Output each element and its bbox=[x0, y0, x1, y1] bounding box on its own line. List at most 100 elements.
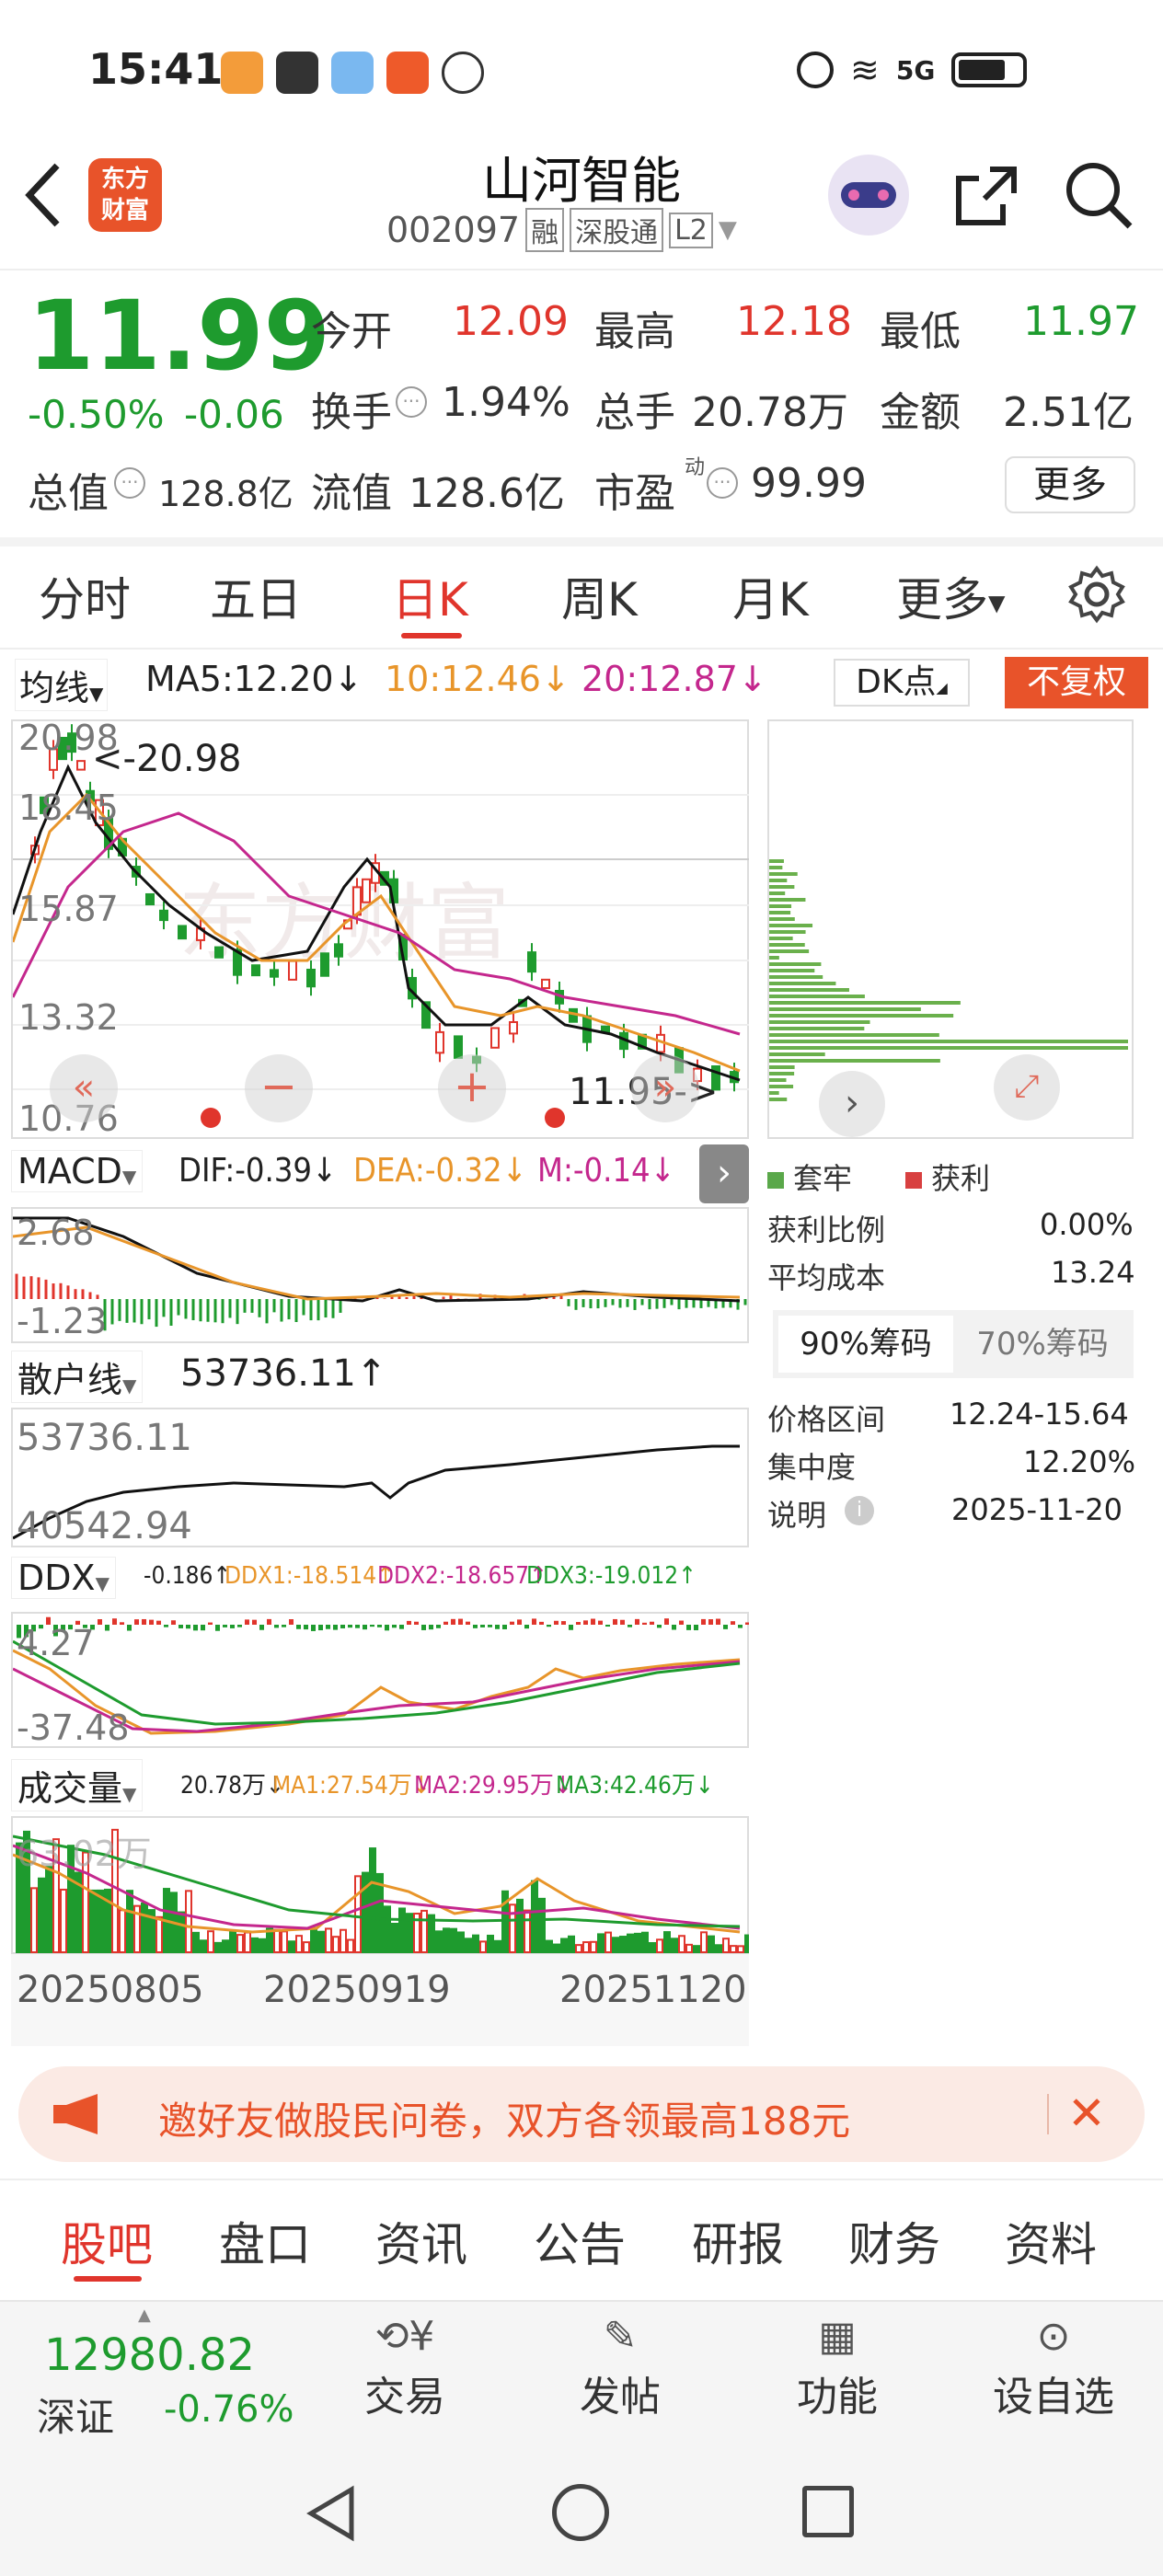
candle-body bbox=[306, 968, 316, 988]
index-box[interactable]: ▲ 12980.82 深证 -0.76% bbox=[0, 2302, 313, 2451]
share-icon[interactable] bbox=[953, 162, 1021, 232]
info-circle-icon[interactable]: i bbox=[845, 1496, 874, 1525]
sanhu-value: 53736.11↑ bbox=[180, 1352, 387, 1395]
more-button[interactable]: 更多 bbox=[1005, 456, 1135, 513]
tab-five-day[interactable]: 五日 bbox=[210, 563, 302, 629]
sanhu-chart[interactable]: 53736.11 40542.94 bbox=[11, 1408, 749, 1547]
volume-value: 20.78万 bbox=[692, 389, 848, 436]
ddx-bar bbox=[311, 1625, 316, 1631]
volume-bar bbox=[524, 1909, 531, 1954]
zoom-in-button[interactable]: + bbox=[438, 1054, 506, 1122]
tab-chip-70[interactable]: 70%筹码 bbox=[957, 1316, 1128, 1373]
volume-bar bbox=[590, 1940, 597, 1953]
nav-back-icon[interactable] bbox=[304, 2484, 359, 2547]
ddx-selector[interactable]: DDX▼ bbox=[11, 1557, 116, 1599]
volume-bar bbox=[649, 1942, 656, 1953]
search-icon[interactable] bbox=[1062, 158, 1135, 236]
tab-more[interactable]: 更多▼ bbox=[896, 563, 1005, 629]
ai-assistant-avatar[interactable] bbox=[828, 155, 909, 236]
ma20-value: 20:12.87↓ bbox=[582, 659, 767, 699]
ddx-bar bbox=[716, 1618, 720, 1625]
ddx-bar bbox=[605, 1625, 610, 1627]
volume-bar bbox=[715, 1944, 722, 1954]
candle-body bbox=[270, 969, 279, 978]
settings-gear-icon[interactable] bbox=[1067, 565, 1126, 627]
tab-announcements[interactable]: 公告 bbox=[534, 2208, 626, 2274]
macd-chart[interactable]: 2.68 -1.23 bbox=[11, 1207, 749, 1343]
tab-research[interactable]: 研报 bbox=[692, 2208, 784, 2274]
tab-daily-k[interactable]: 日K bbox=[392, 563, 468, 629]
ddx-bar bbox=[340, 1625, 345, 1628]
ddx-bar bbox=[407, 1620, 411, 1625]
tab-weekly-k[interactable]: 周K bbox=[561, 563, 638, 629]
dk-dot bbox=[201, 1108, 221, 1128]
dk-point-button[interactable]: DK点◢ bbox=[834, 659, 970, 707]
volume-bar bbox=[317, 1930, 325, 1954]
candle-body bbox=[362, 878, 371, 903]
tab-profile[interactable]: 资料 bbox=[1005, 2208, 1097, 2274]
weather-app-icon bbox=[331, 52, 374, 94]
ddx-bar bbox=[436, 1625, 441, 1628]
nav-recents-icon[interactable] bbox=[802, 2486, 854, 2537]
volume-ma2: MA2:29.95万↓ bbox=[414, 1772, 572, 1800]
volume-bar bbox=[89, 1889, 97, 1953]
tab-guba[interactable]: 股吧 bbox=[61, 2208, 153, 2274]
volume-selector[interactable]: 成交量▼ bbox=[11, 1759, 144, 1811]
chevron-down-icon[interactable]: ▼ bbox=[719, 216, 737, 244]
amount-label: 金额 bbox=[880, 389, 961, 436]
nav-home-icon[interactable] bbox=[552, 2484, 609, 2541]
ddx-bar bbox=[686, 1625, 691, 1630]
volume-bar bbox=[207, 1930, 214, 1953]
ddx-bar bbox=[473, 1625, 478, 1628]
volume-bar bbox=[200, 1939, 207, 1954]
volume-bar bbox=[398, 1907, 406, 1953]
sanhu-selector[interactable]: 散户线▼ bbox=[11, 1351, 144, 1403]
tab-chip-90[interactable]: 90%筹码 bbox=[778, 1316, 953, 1373]
heart-app-icon bbox=[221, 52, 263, 94]
info-icon[interactable]: ··· bbox=[396, 386, 427, 418]
tab-order-book[interactable]: 盘口 bbox=[219, 2208, 311, 2274]
add-watchlist-button[interactable]: ⊙ 设自选 bbox=[975, 2313, 1132, 2422]
volume-bar bbox=[450, 1927, 457, 1953]
chip-bar bbox=[769, 949, 810, 953]
scroll-left-button[interactable]: « bbox=[50, 1054, 118, 1122]
chip-bar bbox=[769, 1046, 1128, 1050]
ddx-bar bbox=[745, 1622, 749, 1625]
chip-bar bbox=[769, 1098, 788, 1101]
volume-bar bbox=[641, 1931, 649, 1953]
promo-banner[interactable]: 邀好友做股民问卷，双方各领最高188元 ✕ bbox=[18, 2066, 1145, 2162]
info-icon[interactable]: ··· bbox=[114, 467, 145, 499]
chip-arrow-icon[interactable]: › bbox=[819, 1071, 885, 1137]
legend-trapped: 套牢 bbox=[767, 1156, 852, 1198]
no-adjust-button[interactable]: 不复权 bbox=[1005, 657, 1148, 708]
volume-bar bbox=[60, 1888, 67, 1953]
chip-distribution-chart[interactable]: › ⤢ bbox=[767, 719, 1134, 1139]
zoom-out-button[interactable]: − bbox=[245, 1054, 313, 1122]
indicator-next-button[interactable]: › bbox=[699, 1144, 749, 1203]
info-icon[interactable]: ··· bbox=[707, 467, 738, 499]
tab-financials[interactable]: 财务 bbox=[848, 2208, 940, 2274]
tab-monthly-k[interactable]: 月K bbox=[732, 563, 809, 629]
volume-bar bbox=[38, 1877, 45, 1953]
scroll-right-button[interactable]: » bbox=[631, 1054, 699, 1122]
ddx-bar bbox=[547, 1625, 551, 1627]
expand-icon[interactable]: ⤢ bbox=[994, 1054, 1060, 1121]
ma-selector[interactable]: 均线▼ bbox=[15, 659, 109, 711]
ddx-bar bbox=[421, 1625, 426, 1630]
volume-bar bbox=[141, 1902, 148, 1953]
high-value: 12.18 bbox=[736, 298, 852, 345]
tab-news[interactable]: 资讯 bbox=[375, 2208, 467, 2274]
sanhu-y-bottom: 40542.94 bbox=[17, 1505, 192, 1547]
kline-chart[interactable]: 东方财富 20.98 18.45 15.87 13.32 10.76 <-20.… bbox=[11, 718, 749, 1139]
close-icon[interactable]: ✕ bbox=[1067, 2087, 1106, 2140]
ddx-bar bbox=[164, 1625, 168, 1627]
volume-chart[interactable]: 63.02万 bbox=[11, 1816, 749, 1954]
tab-intraday[interactable]: 分时 bbox=[39, 563, 131, 629]
macd-selector[interactable]: MACD▼ bbox=[11, 1150, 144, 1192]
function-button[interactable]: ▦ 功能 bbox=[782, 2313, 892, 2422]
ddx-chart[interactable]: 4.27 -37.48 bbox=[11, 1612, 749, 1748]
pe-label: 市盈 bbox=[594, 470, 675, 517]
post-button[interactable]: ✎ 发帖 bbox=[565, 2313, 675, 2422]
change-pct: -0.50% bbox=[28, 392, 165, 437]
trade-button[interactable]: ⟲¥ 交易 bbox=[350, 2313, 460, 2422]
